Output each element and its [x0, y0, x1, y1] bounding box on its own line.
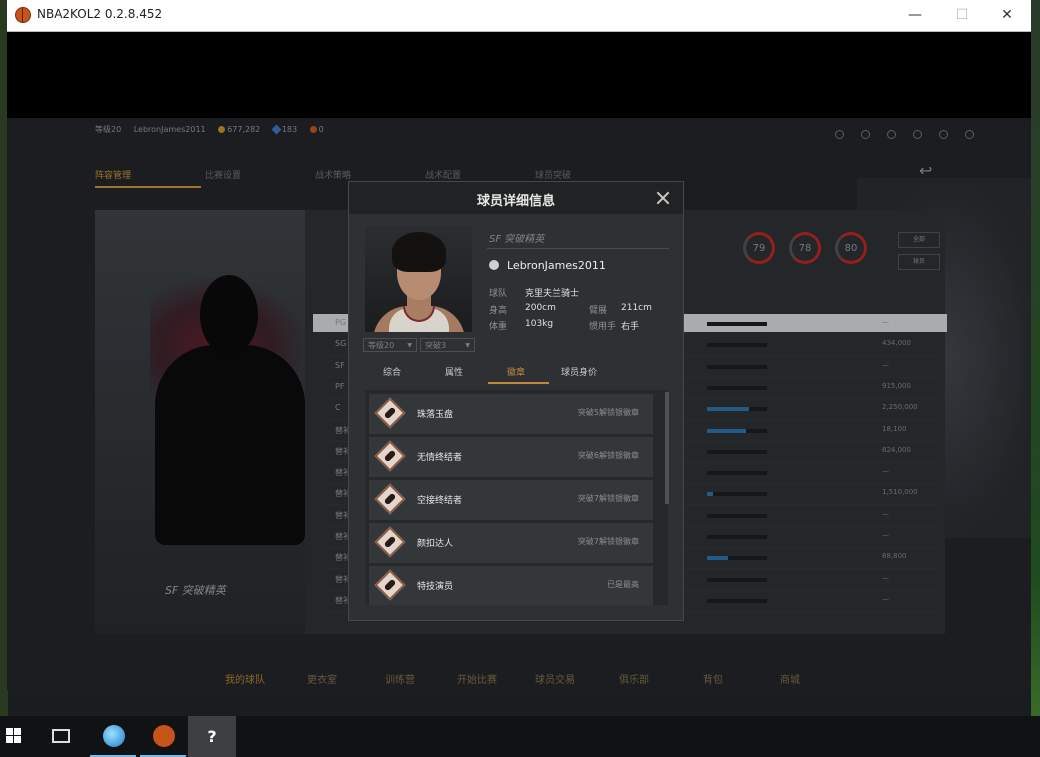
- modal-header: 球员详细信息: [349, 182, 683, 214]
- level-select-value: 等级20: [368, 341, 395, 350]
- minimize-button[interactable]: —: [900, 5, 930, 25]
- portrait-hair: [392, 232, 446, 272]
- badge-status: 突破6解锁银徽章: [577, 451, 639, 460]
- tab-badges[interactable]: 徽章: [507, 365, 525, 378]
- player-name: LebronJames2011: [507, 259, 606, 272]
- basketball-icon: [153, 725, 175, 747]
- breakthrough-select[interactable]: 突破3 ▼: [420, 338, 475, 352]
- task-view-icon[interactable]: [52, 729, 70, 743]
- wingspan-value: 211cm: [621, 303, 652, 313]
- badge-row[interactable]: 珠落玉盘 突破5解锁银徽章: [369, 394, 653, 434]
- badge-name: 无情终结者: [417, 453, 463, 463]
- height-label: 身高: [489, 306, 508, 316]
- badge-icon: [374, 569, 406, 601]
- badge-icon: [374, 526, 406, 558]
- team-value: 克里夫兰骑士: [525, 289, 580, 299]
- height-value: 200cm: [525, 303, 556, 313]
- windows-start-icon[interactable]: [6, 728, 22, 744]
- level-select[interactable]: 等级20 ▼: [363, 338, 417, 352]
- title-bar: NBA2KOL2 0.2.8.452 — ☐ ✕: [7, 0, 1031, 32]
- badge-row[interactable]: 空接终结者 突破7解锁银徽章: [369, 480, 653, 520]
- person-icon: [489, 260, 499, 270]
- basketball-app-icon: [15, 7, 31, 23]
- badge-status: 突破5解锁银徽章: [577, 408, 639, 417]
- app-window: NBA2KOL2 0.2.8.452 — ☐ ✕ 等级20 LebronJame…: [7, 0, 1031, 690]
- breakthrough-select-value: 突破3: [425, 341, 447, 350]
- browser-icon: [103, 725, 125, 747]
- hand-label: 惯用手: [589, 322, 617, 332]
- badge-name: 特技演员: [417, 582, 454, 592]
- badge-icon: [374, 483, 406, 515]
- weight-value: 103kg: [525, 319, 554, 329]
- badge-name: 空接终结者: [417, 496, 463, 506]
- tab-attributes[interactable]: 属性: [445, 365, 463, 378]
- badge-icon: [374, 397, 406, 429]
- maximize-button[interactable]: ☐: [947, 5, 977, 25]
- badge-status: 突破7解锁银徽章: [577, 537, 639, 546]
- window-title: NBA2KOL2 0.2.8.452: [37, 7, 163, 21]
- taskbar: ?: [0, 716, 1040, 757]
- wingspan-label: 臂展: [589, 306, 608, 316]
- badge-icon: [374, 440, 406, 472]
- player-detail-modal: 球员详细信息 等级20 ▼ 突破3 ▼ SF 突破精英 LebronJames2…: [348, 181, 684, 621]
- desktop-background-right: [1031, 0, 1040, 716]
- position-tag: SF 突破精英: [489, 234, 545, 245]
- team-label: 球队: [489, 289, 508, 299]
- badge-name: 颜扣达人: [417, 539, 454, 549]
- divider: [487, 248, 669, 249]
- player-portrait: [365, 226, 472, 332]
- modal-title: 球员详细信息: [476, 194, 555, 209]
- tab-overview[interactable]: 综合: [383, 365, 401, 378]
- taskbar-nba-app[interactable]: [140, 716, 186, 757]
- tab-player-value[interactable]: 球员身价: [561, 365, 597, 378]
- weight-label: 体重: [489, 322, 508, 332]
- badge-list: 珠落玉盘 突破5解锁银徽章 无情终结者 突破6解锁银徽章 空接终结者 突破7解锁…: [365, 390, 668, 605]
- close-window-button[interactable]: ✕: [992, 5, 1022, 25]
- badge-row[interactable]: 颜扣达人 突破7解锁银徽章: [369, 523, 653, 563]
- badge-status: 已是最高: [607, 580, 639, 589]
- active-tab-underline: [488, 382, 549, 384]
- badge-row[interactable]: 无情终结者 突破6解锁银徽章: [369, 437, 653, 477]
- help-icon[interactable]: ?: [188, 716, 236, 757]
- chevron-down-icon: ▼: [407, 342, 412, 349]
- chevron-down-icon: ▼: [465, 342, 470, 349]
- close-icon[interactable]: [653, 188, 673, 208]
- badge-row[interactable]: 特技演员 已是最高: [369, 566, 653, 605]
- taskbar-browser[interactable]: [90, 716, 136, 757]
- hand-value: 右手: [621, 322, 640, 332]
- badge-list-scrollbar[interactable]: [665, 392, 669, 504]
- badge-name: 珠落玉盘: [417, 410, 454, 420]
- badge-status: 突破7解锁银徽章: [577, 494, 639, 503]
